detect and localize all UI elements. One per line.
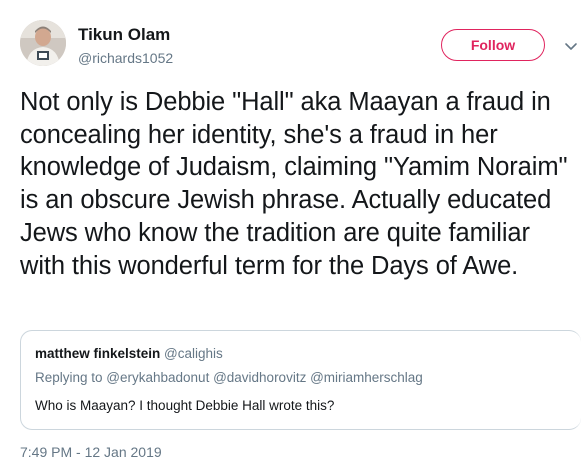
replying-to-line: Replying to @erykahbadonut @davidhorovit… xyxy=(35,369,423,387)
display-name[interactable]: Tikun Olam xyxy=(78,25,170,45)
user-handle[interactable]: @richards1052 xyxy=(78,49,173,67)
replying-to-handles: @erykahbadonut @davidhorovitz @miriamher… xyxy=(106,370,423,385)
avatar[interactable] xyxy=(20,20,66,66)
quoted-author-handle: @calighis xyxy=(164,346,223,361)
chevron-down-icon[interactable] xyxy=(564,39,578,50)
replying-to-label: Replying to xyxy=(35,370,107,385)
quoted-author-name: matthew finkelstein xyxy=(35,346,161,361)
quoted-tweet-text: Who is Maayan? I thought Debbie Hall wro… xyxy=(35,398,335,413)
tweet-text: Not only is Debbie "Hall" aka Maayan a f… xyxy=(20,88,568,280)
tweet-timestamp[interactable]: 7:49 PM - 12 Jan 2019 xyxy=(20,443,162,461)
quoted-tweet-card[interactable]: matthew finkelstein @calighis Replying t… xyxy=(20,330,581,430)
avatar-photo xyxy=(20,20,66,66)
quoted-tweet-author: matthew finkelstein @calighis xyxy=(35,345,223,363)
follow-button[interactable]: Follow xyxy=(441,29,545,61)
